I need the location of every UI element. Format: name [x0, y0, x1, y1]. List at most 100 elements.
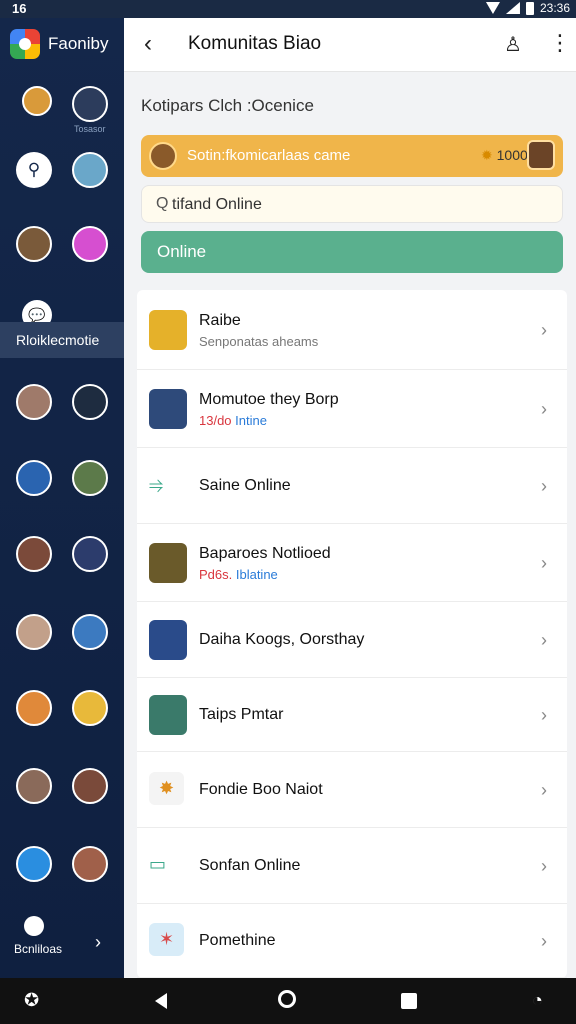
sidebar: Faoniby Tosasor ⚲ 💬 Rloiklecmotie Bcnliloa… [0, 18, 124, 978]
item-name: Daiha Koogs, Oorsthay [199, 631, 365, 648]
item-name: Raibe [199, 312, 241, 329]
list-item[interactable]: Taips Pmtar › [137, 678, 567, 752]
captain-icon[interactable] [72, 768, 108, 804]
item-name: Pomethine [199, 932, 276, 949]
list-item[interactable]: Daiha Koogs, Oorsthay › [137, 602, 567, 678]
more-menu-icon[interactable]: ⋮ [549, 30, 571, 56]
chevron-right-icon[interactable]: › [541, 553, 547, 574]
section-title: Kotipars Clch :Ocenice [141, 96, 314, 115]
chevron-right-icon[interactable]: › [541, 856, 547, 877]
item-name: Momutoe they Borp [199, 391, 339, 408]
dark-icon[interactable] [72, 384, 108, 420]
woman-icon[interactable] [16, 384, 52, 420]
status-icons: 23:36 [485, 1, 570, 15]
search-input[interactable]: Q tifand Online [141, 185, 563, 223]
item-icon: ✸ [149, 772, 185, 805]
person-icon[interactable]: ⚲ [16, 152, 52, 188]
banner-image [527, 140, 555, 170]
app-name: Faoniby [48, 34, 109, 53]
list-item[interactable]: Baparoes Notlioed Pd6s. Iblatine › [137, 524, 567, 602]
coin-value: 1000 [496, 147, 528, 163]
list-item[interactable]: Momutoe they Borp 13/do Intine › [137, 370, 567, 448]
game-icon[interactable]: ✪ [24, 990, 39, 1011]
item-subtitle: Pd6s. Iblatine [199, 567, 278, 582]
star-icon[interactable] [16, 460, 52, 496]
online-button[interactable]: Online [141, 231, 563, 273]
warrior-icon[interactable] [16, 536, 52, 572]
signal-icon [505, 2, 520, 14]
banner-text: Sotin:fkomicarlaas came [187, 147, 351, 164]
robot-icon[interactable] [72, 152, 108, 188]
app-logo-icon [10, 29, 40, 59]
list-item[interactable]: ✶ Pomethine › [137, 904, 567, 978]
item-name: Taips Pmtar [199, 706, 284, 723]
item-thumbnail [149, 389, 187, 429]
back-button[interactable]: ‹ [144, 30, 152, 58]
status-left-text: 16 [12, 1, 27, 16]
sidebar-header[interactable]: Faoniby [0, 18, 124, 70]
fighter-icon[interactable] [16, 690, 52, 726]
hero-icon[interactable] [72, 614, 108, 650]
nav-recents-button[interactable] [401, 993, 417, 1009]
list-item[interactable]: ✸ Fondie Boo Naiot › [137, 752, 567, 828]
chevron-right-icon[interactable]: › [95, 932, 101, 953]
item-name: Fondie Boo Naiot [199, 781, 323, 798]
soldier-icon[interactable] [72, 460, 108, 496]
item-thumbnail [149, 620, 187, 660]
face-icon[interactable] [22, 86, 52, 116]
status-bar: 16 23:36 [0, 0, 576, 18]
brawler-icon[interactable] [72, 690, 108, 726]
settings-icon[interactable] [24, 916, 44, 936]
flower-icon[interactable] [16, 846, 52, 882]
lady-icon[interactable] [16, 768, 52, 804]
item-icon: ▭ [149, 854, 167, 874]
banner-avatar [149, 142, 177, 170]
chevron-right-icon[interactable]: › [541, 931, 547, 952]
system-nav-bar: ✪ ◔ [0, 978, 576, 1024]
list-item[interactable]: Raibe Senponatas aheams › [137, 290, 567, 370]
item-thumbnail [149, 310, 187, 350]
notification-icon[interactable]: ♙ [504, 32, 522, 57]
nav-back-button[interactable] [155, 993, 167, 1009]
cowboy-icon[interactable] [72, 846, 108, 882]
sidebar-item-active[interactable]: Rloiklecmotie [0, 322, 124, 358]
community-list: Raibe Senponatas aheams › Momutoe they Borp… [137, 290, 567, 978]
item-subtitle: Senponatas aheams [199, 334, 319, 349]
girl-icon[interactable] [16, 614, 52, 650]
assistant-icon[interactable]: ◔ [532, 990, 543, 1011]
chevron-right-icon[interactable]: › [541, 476, 547, 497]
item-thumbnail [149, 543, 187, 583]
list-item[interactable]: ⥤ Saine Online › [137, 448, 567, 524]
item-name: Sonfan Online [199, 857, 301, 874]
coin-count: ✹ 1000 [481, 147, 528, 164]
chevron-right-icon[interactable]: › [541, 630, 547, 651]
promo-banner[interactable]: Sotin:fkomicarlaas came ✹ 1000 [141, 135, 563, 177]
nav-home-button[interactable] [278, 990, 296, 1008]
chevron-right-icon[interactable]: › [541, 705, 547, 726]
item-icon: ⥤ [149, 474, 164, 494]
avatar-icon[interactable] [16, 226, 52, 262]
knight-icon[interactable] [72, 536, 108, 572]
item-subtitle: 13/do Intine [199, 413, 267, 428]
item-name: Baparoes Notlioed [199, 545, 331, 562]
item-thumbnail [149, 695, 187, 735]
wifi-icon [485, 2, 500, 14]
page-title: Komunitas Biao [188, 33, 322, 54]
sidebar-footer-label: Bcnliloas [14, 942, 63, 956]
shield-icon[interactable] [72, 86, 108, 122]
item-icon: ✶ [149, 923, 185, 956]
online-button-label: Online [157, 242, 207, 261]
search-value: tifand Online [172, 196, 262, 213]
item-name: Saine Online [199, 477, 291, 494]
sidebar-active-label: Rloiklecmotie [16, 332, 100, 348]
chevron-right-icon[interactable]: › [541, 399, 547, 420]
sidebar-avatar-label: Tosasor [74, 124, 106, 134]
chevron-right-icon[interactable]: › [541, 320, 547, 341]
chevron-right-icon[interactable]: › [541, 780, 547, 801]
search-icon: Q [156, 195, 169, 212]
coin-icon: ✹ [481, 147, 493, 163]
status-time: 23:36 [539, 1, 570, 15]
top-bar: ‹ Komunitas Biao ♙ ⋮ [124, 18, 576, 72]
list-item[interactable]: ▭ Sonfan Online › [137, 828, 567, 904]
gamepad-icon[interactable] [72, 226, 108, 262]
